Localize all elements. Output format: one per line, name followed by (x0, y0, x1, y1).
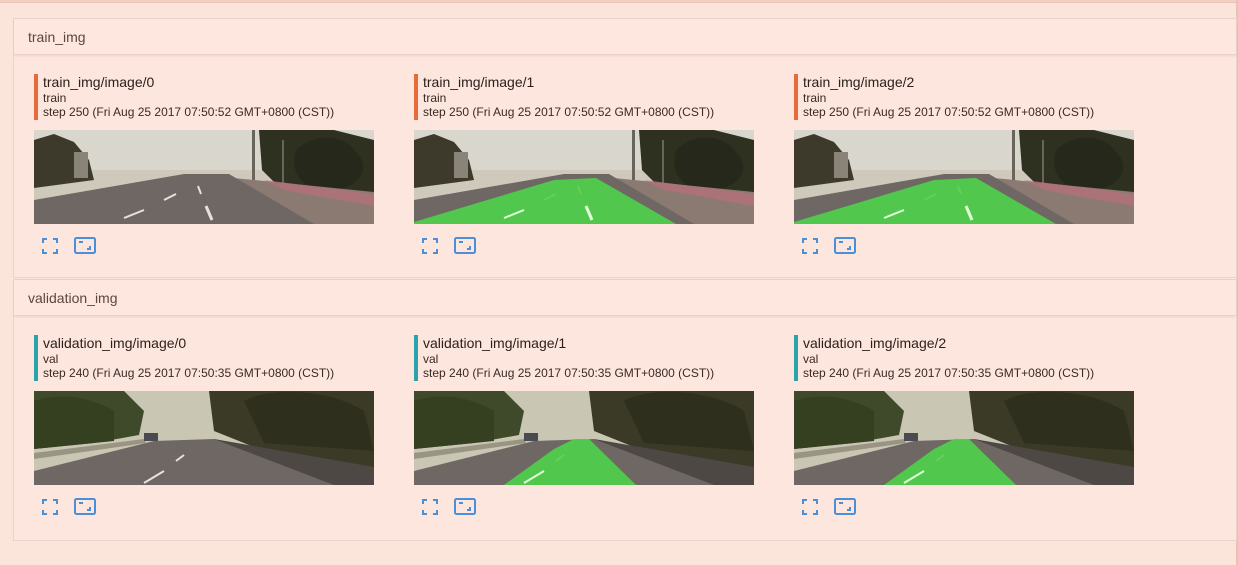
card-header: validation_img/image/0 val step 240 (Fri… (34, 335, 374, 381)
image-card: validation_img/image/0 val step 240 (Fri… (34, 335, 374, 515)
expand-icon[interactable] (798, 234, 822, 258)
fit-to-window-icon[interactable] (452, 234, 476, 258)
card-title: validation_img/image/2 (803, 335, 947, 351)
run-name: train (423, 91, 447, 105)
card-header: train_img/image/0 train step 250 (Fri Au… (34, 74, 374, 120)
card-title: validation_img/image/1 (423, 335, 567, 351)
expand-icon[interactable] (798, 495, 822, 519)
run-color-bar (794, 74, 798, 120)
run-name: val (43, 352, 59, 366)
step-info: step 250 (Fri Aug 25 2017 07:50:52 GMT+0… (423, 105, 715, 119)
road-image[interactable] (414, 130, 754, 224)
step-info: step 250 (Fri Aug 25 2017 07:50:52 GMT+0… (803, 105, 1095, 119)
card-title: train_img/image/2 (803, 74, 915, 90)
card-actions (34, 234, 154, 258)
expand-icon[interactable] (38, 234, 62, 258)
run-name: val (803, 352, 819, 366)
expand-icon[interactable] (418, 495, 442, 519)
card-actions (794, 495, 914, 519)
step-info: step 240 (Fri Aug 25 2017 07:50:35 GMT+0… (803, 366, 1095, 380)
fit-to-window-icon[interactable] (832, 234, 856, 258)
run-color-bar (34, 335, 38, 381)
fit-to-window-icon[interactable] (452, 495, 476, 519)
fit-to-window-icon[interactable] (72, 234, 96, 258)
image-card: train_img/image/1 train step 250 (Fri Au… (414, 74, 754, 254)
image-card: train_img/image/2 train step 250 (Fri Au… (794, 74, 1134, 254)
road-image[interactable] (794, 391, 1134, 485)
road-image[interactable] (34, 130, 374, 224)
card-title: train_img/image/0 (43, 74, 155, 90)
run-name: train (803, 91, 827, 105)
run-name: train (43, 91, 67, 105)
run-color-bar (34, 74, 38, 120)
section-title: train_img (28, 29, 86, 45)
fit-to-window-icon[interactable] (832, 495, 856, 519)
section-train-img: train_img train_img/image/0 train step 2… (13, 18, 1237, 278)
step-info: step 240 (Fri Aug 25 2017 07:50:35 GMT+0… (423, 366, 715, 380)
image-card: validation_img/image/1 val step 240 (Fri… (414, 335, 754, 515)
card-actions (34, 495, 154, 519)
card-header: train_img/image/1 train step 250 (Fri Au… (414, 74, 754, 120)
expand-icon[interactable] (38, 495, 62, 519)
run-color-bar (414, 74, 418, 120)
road-image[interactable] (794, 130, 1134, 224)
step-info: step 240 (Fri Aug 25 2017 07:50:35 GMT+0… (43, 366, 335, 380)
road-image[interactable] (414, 391, 754, 485)
card-title: validation_img/image/0 (43, 335, 187, 351)
step-info: step 250 (Fri Aug 25 2017 07:50:52 GMT+0… (43, 105, 335, 119)
fit-to-window-icon[interactable] (72, 495, 96, 519)
run-color-bar (794, 335, 798, 381)
card-actions (794, 234, 914, 258)
card-header: validation_img/image/2 val step 240 (Fri… (794, 335, 1134, 381)
section-title: validation_img (28, 290, 118, 306)
image-card: train_img/image/0 train step 250 (Fri Au… (34, 74, 374, 254)
road-image[interactable] (34, 391, 374, 485)
expand-icon[interactable] (418, 234, 442, 258)
card-actions (414, 495, 534, 519)
run-name: val (423, 352, 439, 366)
card-header: train_img/image/2 train step 250 (Fri Au… (794, 74, 1134, 120)
card-header: validation_img/image/1 val step 240 (Fri… (414, 335, 754, 381)
card-actions (414, 234, 534, 258)
image-card: validation_img/image/2 val step 240 (Fri… (794, 335, 1134, 515)
section-header-train-img[interactable]: train_img (14, 19, 1236, 55)
section-validation-img: validation_img validation_img/image/0 va… (13, 279, 1237, 541)
top-strip (0, 0, 1238, 3)
section-header-validation-img[interactable]: validation_img (14, 280, 1236, 316)
run-color-bar (414, 335, 418, 381)
card-title: train_img/image/1 (423, 74, 535, 90)
